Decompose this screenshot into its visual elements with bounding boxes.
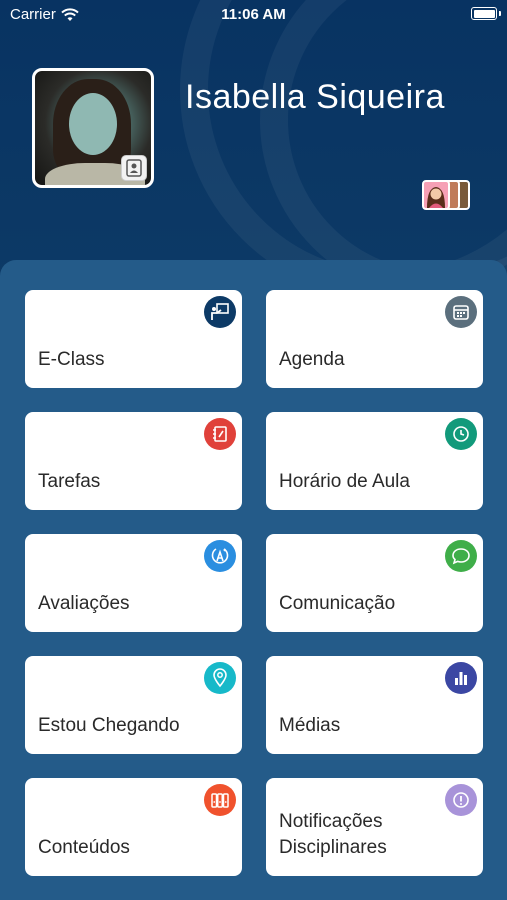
presentation-icon [204, 296, 236, 328]
tile-e-class[interactable]: E-Class [25, 290, 242, 388]
tile-comunicacao[interactable]: Comunicação [266, 534, 483, 632]
chat-icon [445, 540, 477, 572]
tile-tarefas[interactable]: Tarefas [25, 412, 242, 510]
tile-notificacoes-disciplinares[interactable]: Notificações Disciplinares [266, 778, 483, 876]
tile-estou-chegando[interactable]: Estou Chegando [25, 656, 242, 754]
status-time: 11:06 AM [221, 6, 286, 23]
bar-chart-icon [445, 662, 477, 694]
battery-icon [471, 7, 501, 20]
tile-label: Comunicação [279, 593, 396, 615]
grade-icon [204, 540, 236, 572]
tile-agenda[interactable]: Agenda [266, 290, 483, 388]
tile-label: E-Class [38, 349, 105, 371]
tile-conteudos[interactable]: Conteúdos [25, 778, 242, 876]
tile-label: Horário de Aula [279, 471, 410, 493]
tile-label: Médias [279, 715, 341, 737]
user-name: Isabella Siqueira [185, 78, 445, 116]
id-card-icon[interactable] [121, 155, 147, 181]
student-avatar-icon [427, 187, 445, 208]
calendar-icon [445, 296, 477, 328]
status-bar: Carrier 11:06 AM [0, 0, 507, 30]
location-pin-icon [204, 662, 236, 694]
profile-avatar[interactable] [32, 68, 154, 188]
clock-icon [445, 418, 477, 450]
tile-label: Estou Chegando [38, 715, 180, 737]
tile-avaliacoes[interactable]: Avaliações [25, 534, 242, 632]
tile-label: Notificações Disciplinares [279, 810, 387, 859]
notebook-icon [204, 418, 236, 450]
binders-icon [204, 784, 236, 816]
tile-label: Agenda [279, 349, 345, 371]
alert-icon [445, 784, 477, 816]
switch-profile-button[interactable] [420, 178, 472, 210]
tile-medias[interactable]: Médias [266, 656, 483, 754]
tile-label: Conteúdos [38, 837, 130, 859]
tile-label: Tarefas [38, 471, 101, 493]
tile-label: Avaliações [38, 593, 130, 615]
tile-horario-de-aula[interactable]: Horário de Aula [266, 412, 483, 510]
